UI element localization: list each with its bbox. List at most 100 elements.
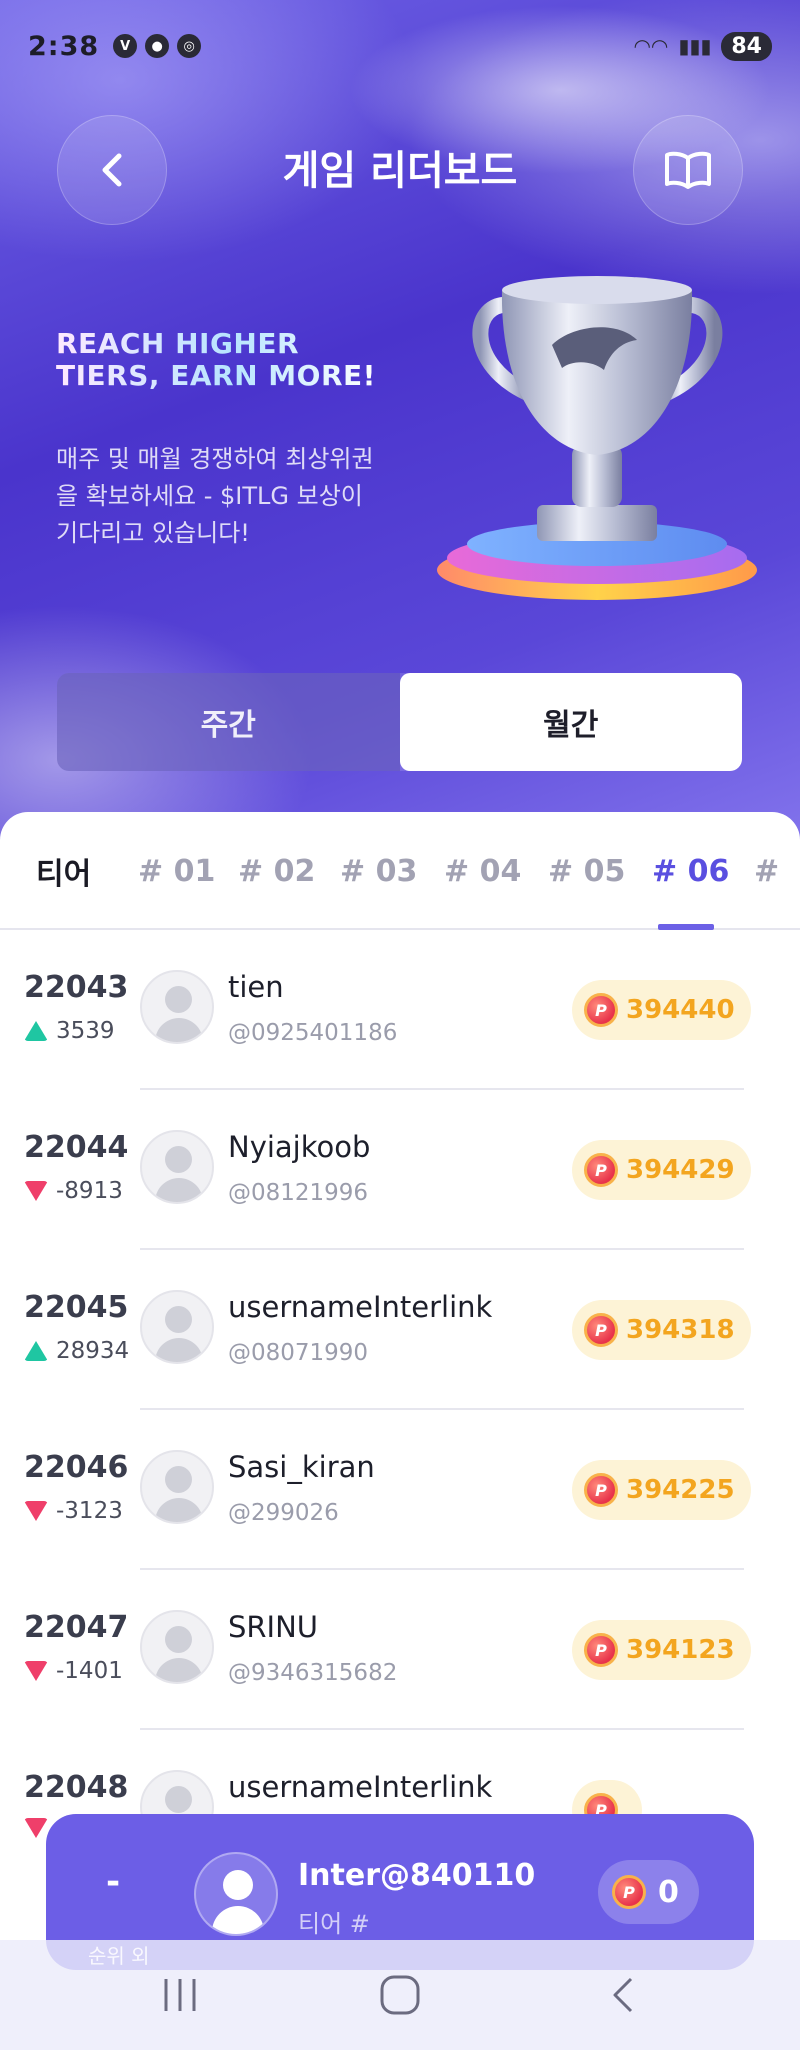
points-badge: P 394225 (572, 1460, 751, 1520)
points-value: 394318 (626, 1315, 735, 1345)
tier-tab-02[interactable]: # 02 (238, 812, 315, 930)
notification-icons: V ● ◎ (113, 34, 202, 58)
coin-icon: P (612, 1875, 646, 1909)
table-row[interactable]: 22047 -1401 SRINU @9346315682 P 394123 (0, 1570, 800, 1730)
rank-change-value: 3539 (56, 1018, 115, 1044)
recent-apps-button[interactable] (150, 1970, 210, 2020)
avatar (140, 970, 214, 1044)
rank-change: 3539 (24, 1018, 115, 1044)
my-points-value: 0 (658, 1874, 679, 1910)
battery-indicator: 84 (721, 31, 772, 61)
hero-banner: 2:38 V ● ◎ ◠◠ ▮▮▮ 84 게임 리더보드 REACH HIGHE… (0, 0, 800, 900)
tier-tab-07[interactable]: # (754, 812, 779, 930)
promo-headline-line2: TIERS, EARN MORE! (56, 359, 376, 392)
tier-tab-04[interactable]: # 04 (444, 812, 521, 930)
coin-icon: P (584, 1313, 618, 1347)
rank-down-icon (24, 1661, 48, 1681)
my-avatar (194, 1852, 278, 1936)
rank-up-icon (24, 1341, 48, 1361)
rank-number: 22043 (24, 970, 129, 1005)
trophy-illustration (437, 276, 757, 600)
avatar (140, 1130, 214, 1204)
username: tien (228, 970, 284, 1004)
points-badge: P 394318 (572, 1300, 751, 1360)
tier-tab-03[interactable]: # 03 (340, 812, 417, 930)
rank-change: -8913 (24, 1178, 123, 1204)
table-row[interactable]: 22045 28934 usernameInterlink @08071990 … (0, 1250, 800, 1410)
rank-change-value: -1401 (56, 1658, 123, 1684)
rank-change: 28934 (24, 1338, 129, 1364)
rank-number: 22048 (24, 1770, 129, 1805)
guide-button[interactable] (633, 115, 743, 225)
user-handle: @08121996 (228, 1180, 369, 1206)
home-button[interactable] (370, 1970, 430, 2020)
promo-headline-line1: REACH HIGHER (56, 327, 300, 360)
tier-tab-06[interactable]: # 06 (652, 812, 729, 930)
rank-change-value: 28934 (56, 1338, 130, 1364)
back-icon (613, 1977, 633, 2013)
rank-down-icon (24, 1181, 48, 1201)
monthly-tab[interactable]: 월간 (399, 673, 742, 771)
rank-number: 22046 (24, 1450, 129, 1485)
promo-description: 매주 및 매월 경쟁하여 최상위권을 확보하세요 - $ITLG 보상이 기다리… (56, 445, 374, 547)
chat-icon: ● (145, 34, 170, 58)
points-value: 394123 (626, 1635, 735, 1665)
user-handle: @08071990 (228, 1340, 369, 1366)
user-handle: @299026 (228, 1500, 339, 1526)
wifi-icon: ◠◠ (633, 34, 669, 58)
my-tier: 티어 # (298, 1910, 370, 1938)
points-badge: P 394440 (572, 980, 751, 1040)
weekly-tab[interactable]: 주간 (57, 673, 400, 771)
status-right: ◠◠ ▮▮▮ 84 (633, 31, 772, 61)
username: Sasi_kiran (228, 1450, 375, 1484)
my-points-badge: P 0 (598, 1860, 699, 1924)
rank-number: 22045 (24, 1290, 129, 1325)
rank-change-value: -3123 (56, 1498, 123, 1524)
coin-icon: P (584, 993, 618, 1027)
rank-number: 22047 (24, 1610, 129, 1645)
my-username: Inter@840110 (298, 1858, 536, 1893)
avatar (140, 1450, 214, 1524)
rank-change: -3123 (24, 1498, 123, 1524)
rank-down-icon (24, 1501, 48, 1521)
user-handle: @9346315682 (228, 1660, 398, 1686)
points-value: 394429 (626, 1155, 735, 1185)
rank-change: -1401 (24, 1658, 123, 1684)
tier-tab-01[interactable]: # 01 (138, 812, 215, 930)
my-rank-number: - (106, 1862, 121, 1902)
globe-icon: ◎ (177, 34, 202, 58)
coin-icon: P (584, 1153, 618, 1187)
avatar (140, 1610, 214, 1684)
username: usernameInterlink (228, 1290, 493, 1324)
username: usernameInterlink (228, 1770, 493, 1804)
points-badge: P 394123 (572, 1620, 751, 1680)
my-rank-sublabel: 순위 외 (88, 1944, 150, 1968)
status-time: 2:38 (28, 30, 100, 62)
status-bar: 2:38 V ● ◎ ◠◠ ▮▮▮ 84 (0, 0, 800, 92)
home-icon (380, 1975, 420, 2015)
signal-icon: ▮▮▮ (678, 34, 712, 58)
system-back-button[interactable] (592, 1970, 652, 2020)
v-app-icon: V (113, 34, 138, 58)
rank-down-icon (24, 1818, 48, 1838)
points-value: 394225 (626, 1475, 735, 1505)
points-value: 394440 (626, 995, 735, 1025)
username: SRINU (228, 1610, 319, 1644)
rank-number: 22044 (24, 1130, 129, 1165)
tier-label: 티어 (36, 857, 92, 892)
coin-icon: P (584, 1633, 618, 1667)
book-icon (665, 151, 711, 189)
coin-icon: P (584, 1473, 618, 1507)
table-row[interactable]: 22046 -3123 Sasi_kiran @299026 P 394225 (0, 1410, 800, 1570)
username: Nyiajkoob (228, 1130, 371, 1164)
user-handle: @0925401186 (228, 1020, 398, 1046)
table-row[interactable]: 22043 3539 tien @0925401186 P 394440 (0, 930, 800, 1090)
rank-change-value: -8913 (56, 1178, 123, 1204)
tier-tabs: 티어 # 01 # 02 # 03 # 04 # 05 # 06 # (0, 812, 800, 930)
table-row[interactable]: 22044 -8913 Nyiajkoob @08121996 P 394429 (0, 1090, 800, 1250)
tier-tab-05[interactable]: # 05 (548, 812, 625, 930)
promo-headline: REACH HIGHER TIERS, EARN MORE! (56, 328, 376, 392)
recent-apps-icon (164, 1979, 196, 2011)
avatar (140, 1290, 214, 1364)
points-badge: P 394429 (572, 1140, 751, 1200)
